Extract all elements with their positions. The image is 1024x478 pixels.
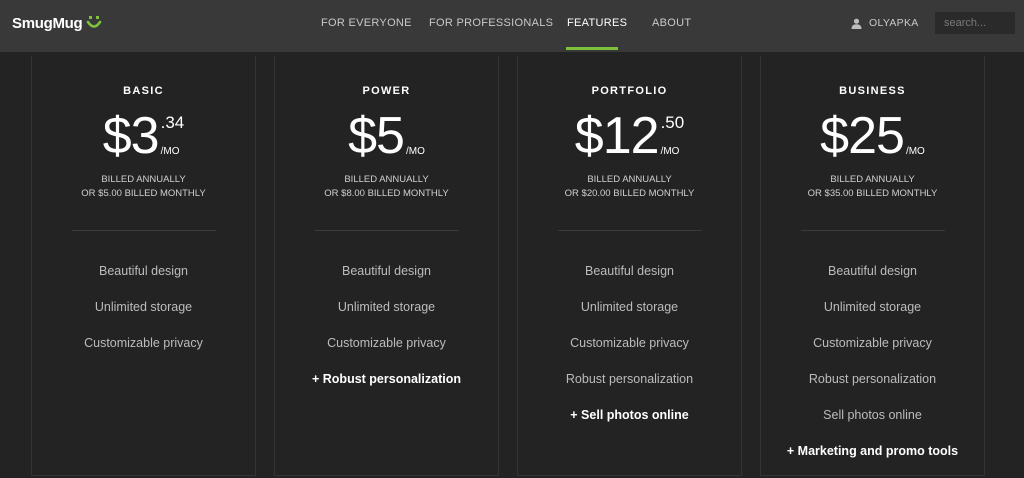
billing-info: BILLED ANNUALLY OR $20.00 BILLED MONTHLY	[518, 173, 741, 201]
price-unit: /MO	[905, 146, 925, 157]
price-unit: /MO	[660, 146, 680, 157]
feature-item: Beautiful design	[99, 264, 188, 278]
feature-item: Customizable privacy	[813, 336, 932, 350]
feature-item: Beautiful design	[342, 264, 431, 278]
card-divider	[558, 230, 702, 231]
user-icon	[851, 18, 862, 29]
plan-card-power: POWER $5 /MO BILLED ANNUALLY OR $8.00 BI…	[274, 56, 499, 476]
billing-info: BILLED ANNUALLY OR $8.00 BILLED MONTHLY	[275, 173, 498, 201]
price-cents: .50	[660, 113, 685, 132]
feature-item: Customizable privacy	[570, 336, 689, 350]
plan-card-portfolio: PORTFOLIO $12 .50 /MO BILLED ANNUALLY OR…	[517, 56, 742, 476]
price-unit: /MO	[405, 146, 425, 157]
price-cents: .34	[160, 113, 185, 132]
feature-list: Beautiful design Unlimited storage Custo…	[518, 262, 741, 442]
price-dollars: $25	[820, 107, 905, 165]
search-input[interactable]	[935, 12, 1015, 34]
top-nav-bar: SmugMug FOR EVERYONE FOR PROFESSIONALS F…	[0, 0, 1024, 52]
plan-name: BUSINESS	[839, 85, 906, 97]
price-unit: /MO	[160, 146, 180, 157]
billing-monthly: OR $35.00 BILLED MONTHLY	[807, 188, 938, 199]
billing-annual: BILLED ANNUALLY	[101, 174, 186, 185]
price-dollars: $5	[348, 107, 405, 165]
feature-item: Robust personalization	[565, 372, 694, 386]
nav-for-everyone[interactable]: FOR EVERYONE	[321, 17, 412, 29]
billing-monthly: OR $5.00 BILLED MONTHLY	[81, 188, 206, 199]
feature-item-new: + Sell photos online	[570, 408, 689, 422]
username: OLYAPKA	[869, 17, 919, 29]
card-divider	[801, 230, 945, 231]
feature-item: Unlimited storage	[337, 300, 436, 314]
plan-card-basic: BASIC $3 .34 /MO BILLED ANNUALLY OR $5.0…	[31, 56, 256, 476]
feature-item: Sell photos online	[823, 408, 922, 422]
billing-annual: BILLED ANNUALLY	[344, 174, 429, 185]
feature-item: Customizable privacy	[327, 336, 446, 350]
active-nav-indicator	[566, 47, 618, 50]
plan-name: POWER	[362, 85, 411, 97]
nav-for-professionals[interactable]: FOR PROFESSIONALS	[429, 17, 553, 29]
feature-item: Beautiful design	[585, 264, 674, 278]
card-divider	[72, 230, 216, 231]
feature-list: Beautiful design Unlimited storage Custo…	[32, 262, 255, 370]
plan-price: $3 .34 /MO	[32, 108, 255, 168]
price-dollars: $3	[102, 107, 160, 165]
plan-price: $5 /MO	[275, 108, 498, 168]
nav-about[interactable]: ABOUT	[652, 17, 691, 29]
plan-price: $25 /MO	[761, 108, 984, 168]
feature-item: Robust personalization	[808, 372, 937, 386]
feature-item: Customizable privacy	[84, 336, 203, 350]
feature-item-new: + Marketing and promo tools	[786, 444, 959, 458]
card-divider	[315, 230, 459, 231]
feature-item: Unlimited storage	[580, 300, 679, 314]
billing-monthly: OR $20.00 BILLED MONTHLY	[564, 188, 695, 199]
plan-name: PORTFOLIO	[591, 85, 668, 97]
feature-list: Beautiful design Unlimited storage Custo…	[275, 262, 498, 406]
feature-item: Unlimited storage	[94, 300, 193, 314]
user-menu[interactable]: OLYAPKA	[851, 17, 919, 29]
feature-item: Unlimited storage	[823, 300, 922, 314]
billing-monthly: OR $8.00 BILLED MONTHLY	[324, 188, 449, 199]
plan-price: $12 .50 /MO	[518, 108, 741, 168]
feature-item: Beautiful design	[828, 264, 917, 278]
plan-name: BASIC	[123, 85, 164, 97]
billing-annual: BILLED ANNUALLY	[587, 174, 672, 185]
nav-features[interactable]: FEATURES	[567, 17, 627, 29]
price-dollars: $12	[574, 107, 660, 165]
feature-item-new: + Robust personalization	[312, 372, 461, 386]
feature-list: Beautiful design Unlimited storage Custo…	[761, 262, 984, 478]
billing-info: BILLED ANNUALLY OR $35.00 BILLED MONTHLY	[761, 173, 984, 201]
billing-info: BILLED ANNUALLY OR $5.00 BILLED MONTHLY	[32, 173, 255, 201]
billing-annual: BILLED ANNUALLY	[830, 174, 915, 185]
plan-card-business: BUSINESS $25 /MO BILLED ANNUALLY OR $35.…	[760, 56, 985, 476]
